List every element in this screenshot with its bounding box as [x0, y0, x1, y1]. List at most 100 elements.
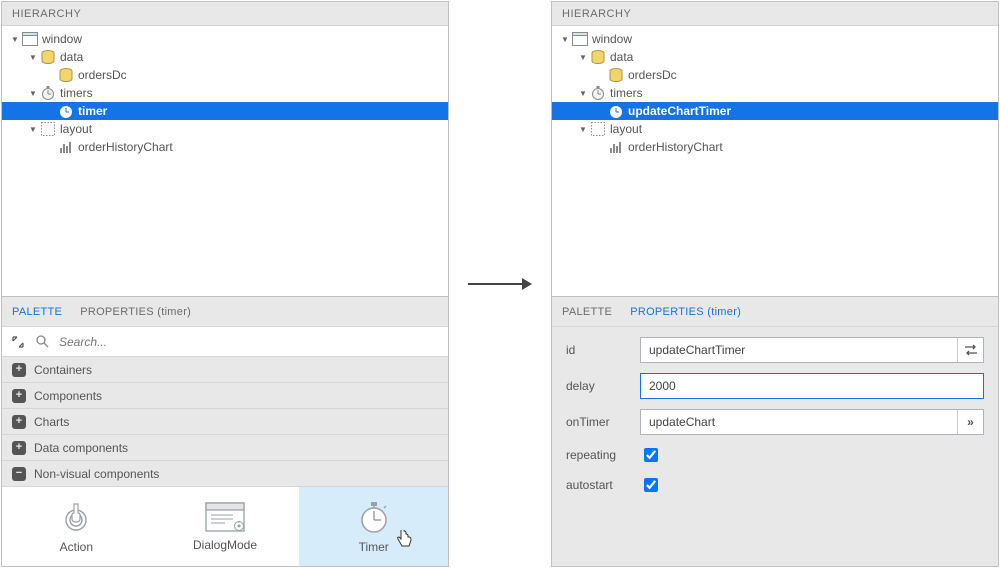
go-icon[interactable]: » — [957, 410, 983, 434]
layout-icon — [590, 121, 606, 137]
hierarchy-title: HIERARCHY — [12, 8, 81, 20]
tree-node-window[interactable]: ▼ window — [552, 30, 998, 48]
tree-label: updateChartTimer — [628, 104, 731, 118]
tile-action[interactable]: Action — [2, 487, 151, 566]
category-non-visual[interactable]: − Non-visual components — [2, 461, 448, 487]
tree-node-layout[interactable]: ▼ layout — [2, 120, 448, 138]
tab-properties[interactable]: PROPERTIES (timer) — [630, 306, 741, 318]
hierarchy-title: HIERARCHY — [562, 8, 631, 20]
category-components[interactable]: + Components — [2, 383, 448, 409]
tree-node-data[interactable]: ▼ data — [2, 48, 448, 66]
cursor-pointer-icon — [396, 530, 412, 548]
tree-node-data[interactable]: ▼ data — [552, 48, 998, 66]
prop-row-delay: delay — [566, 373, 984, 399]
spacer — [46, 142, 56, 152]
tree-node-ordersdc[interactable]: ordersDc — [2, 66, 448, 84]
prop-label-repeating: repeating — [566, 448, 632, 462]
action-icon — [59, 500, 93, 534]
tree-right: ▼ window ▼ data ordersDc ▼ timer — [552, 26, 998, 296]
palette-tiles: Action DialogMode — [2, 487, 448, 566]
panel-right: HIERARCHY ▼ window ▼ data ordersDc ▼ — [551, 1, 999, 567]
id-input[interactable] — [641, 338, 957, 362]
data-icon — [40, 49, 56, 65]
ontimer-input[interactable] — [641, 410, 957, 434]
tree-left: ▼ window ▼ data ordersDc ▼ timer — [2, 26, 448, 296]
chevron-down-icon: ▼ — [28, 124, 38, 134]
category-charts[interactable]: + Charts — [2, 409, 448, 435]
chevron-down-icon: ▼ — [10, 34, 20, 44]
category-label: Non-visual components — [34, 467, 159, 481]
tree-node-timers[interactable]: ▼ timers — [552, 84, 998, 102]
stopwatch-icon — [357, 500, 391, 534]
category-containers[interactable]: + Containers — [2, 357, 448, 383]
tree-node-layout[interactable]: ▼ layout — [552, 120, 998, 138]
delay-input-wrap — [640, 373, 984, 399]
tab-palette[interactable]: PALETTE — [562, 306, 612, 318]
data-icon — [608, 67, 624, 83]
tree-label: window — [592, 32, 632, 46]
tree-node-updatecharttimer-selected[interactable]: updateChartTimer — [552, 102, 998, 120]
tree-node-orderhistorychart[interactable]: orderHistoryChart — [552, 138, 998, 156]
tree-label: layout — [610, 122, 642, 136]
repeating-checkbox[interactable] — [644, 448, 658, 462]
palette-search-input[interactable] — [57, 334, 438, 350]
tree-label: timers — [610, 86, 643, 100]
prop-row-repeating: repeating — [566, 445, 984, 465]
data-icon — [58, 67, 74, 83]
delay-input[interactable] — [641, 374, 983, 398]
prop-label-id: id — [566, 343, 632, 357]
tile-dialogmode[interactable]: DialogMode — [151, 487, 300, 566]
search-icon — [36, 335, 49, 348]
category-label: Data components — [34, 441, 128, 455]
tree-label: timers — [60, 86, 93, 100]
layout-icon — [40, 121, 56, 137]
tree-label: layout — [60, 122, 92, 136]
tile-timer[interactable]: Timer — [299, 487, 448, 566]
palette-search-row — [2, 327, 448, 357]
swap-icon[interactable] — [957, 338, 983, 362]
chart-icon — [58, 139, 74, 155]
spacer — [46, 106, 56, 116]
window-icon — [205, 502, 245, 532]
spacer — [596, 106, 606, 116]
window-icon — [22, 31, 38, 47]
timer-icon — [58, 103, 74, 119]
autostart-checkbox[interactable] — [644, 478, 658, 492]
chevron-down-icon: ▼ — [578, 52, 588, 62]
timer-icon — [40, 85, 56, 101]
prop-row-ontimer: onTimer » — [566, 409, 984, 435]
bottom-section-left: PALETTE PROPERTIES (timer) + Containers … — [2, 296, 448, 566]
chevron-down-icon: ▼ — [578, 124, 588, 134]
category-label: Containers — [34, 363, 92, 377]
tree-node-window[interactable]: ▼ window — [2, 30, 448, 48]
chevron-down-icon: ▼ — [28, 52, 38, 62]
timer-icon — [590, 85, 606, 101]
spacer — [596, 142, 606, 152]
tree-label: orderHistoryChart — [628, 140, 723, 154]
chart-icon — [608, 139, 624, 155]
tree-node-orderhistorychart[interactable]: orderHistoryChart — [2, 138, 448, 156]
tab-properties[interactable]: PROPERTIES (timer) — [80, 306, 191, 318]
tree-label: window — [42, 32, 82, 46]
arrow-line — [468, 283, 522, 285]
prop-label-autostart: autostart — [566, 478, 632, 492]
id-input-wrap — [640, 337, 984, 363]
tree-node-timers[interactable]: ▼ timers — [2, 84, 448, 102]
tile-label: Timer — [359, 540, 389, 554]
tree-node-ordersdc[interactable]: ordersDc — [552, 66, 998, 84]
tab-palette[interactable]: PALETTE — [12, 306, 62, 318]
expand-all-icon[interactable] — [12, 336, 28, 348]
prop-row-autostart: autostart — [566, 475, 984, 495]
tree-label: ordersDc — [78, 68, 127, 82]
bottom-section-right: PALETTE PROPERTIES (timer) id delay — [552, 296, 998, 566]
panel-left: HIERARCHY ▼ window ▼ data ordersDc ▼ — [1, 1, 449, 567]
spacer — [46, 70, 56, 80]
tree-label: data — [60, 50, 83, 64]
hierarchy-header-right: HIERARCHY — [552, 2, 998, 26]
category-data-components[interactable]: + Data components — [2, 435, 448, 461]
ontimer-input-wrap: » — [640, 409, 984, 435]
window-icon — [572, 31, 588, 47]
category-label: Components — [34, 389, 102, 403]
tree-label: ordersDc — [628, 68, 677, 82]
tree-node-timer-selected[interactable]: timer — [2, 102, 448, 120]
